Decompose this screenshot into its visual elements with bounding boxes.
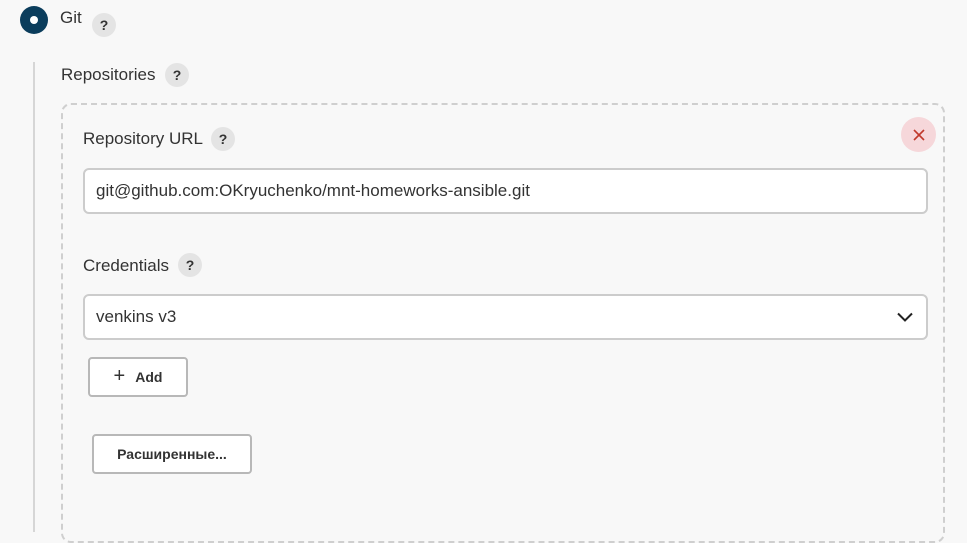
advanced-button[interactable]: Расширенные...	[92, 434, 252, 474]
scm-git-option[interactable]: Git	[20, 6, 82, 34]
repositories-help-icon[interactable]: ?	[165, 63, 189, 87]
close-icon	[912, 128, 925, 141]
chevron-down-icon	[895, 307, 915, 327]
repository-url-help-icon[interactable]: ?	[211, 127, 235, 151]
git-radio-button[interactable]	[20, 6, 48, 34]
add-button-label: Add	[135, 369, 163, 385]
repository-url-input[interactable]	[83, 168, 928, 214]
radio-selected-dot	[30, 16, 38, 24]
credentials-label: Credentials	[83, 256, 169, 275]
plus-icon: +	[113, 365, 126, 387]
git-label: Git	[60, 8, 82, 27]
repositories-label: Repositories	[61, 65, 156, 84]
delete-repository-button[interactable]	[901, 117, 936, 152]
advanced-button-label: Расширенные...	[117, 446, 227, 462]
credentials-selected-value: venkins v3	[96, 307, 177, 326]
credentials-help-icon[interactable]: ?	[178, 253, 202, 277]
add-credentials-button[interactable]: + Add	[88, 357, 188, 397]
git-help-icon[interactable]: ?	[92, 13, 116, 37]
section-indent-line	[33, 62, 35, 532]
repository-url-label: Repository URL	[83, 129, 203, 148]
credentials-select[interactable]: venkins v3	[83, 294, 928, 340]
